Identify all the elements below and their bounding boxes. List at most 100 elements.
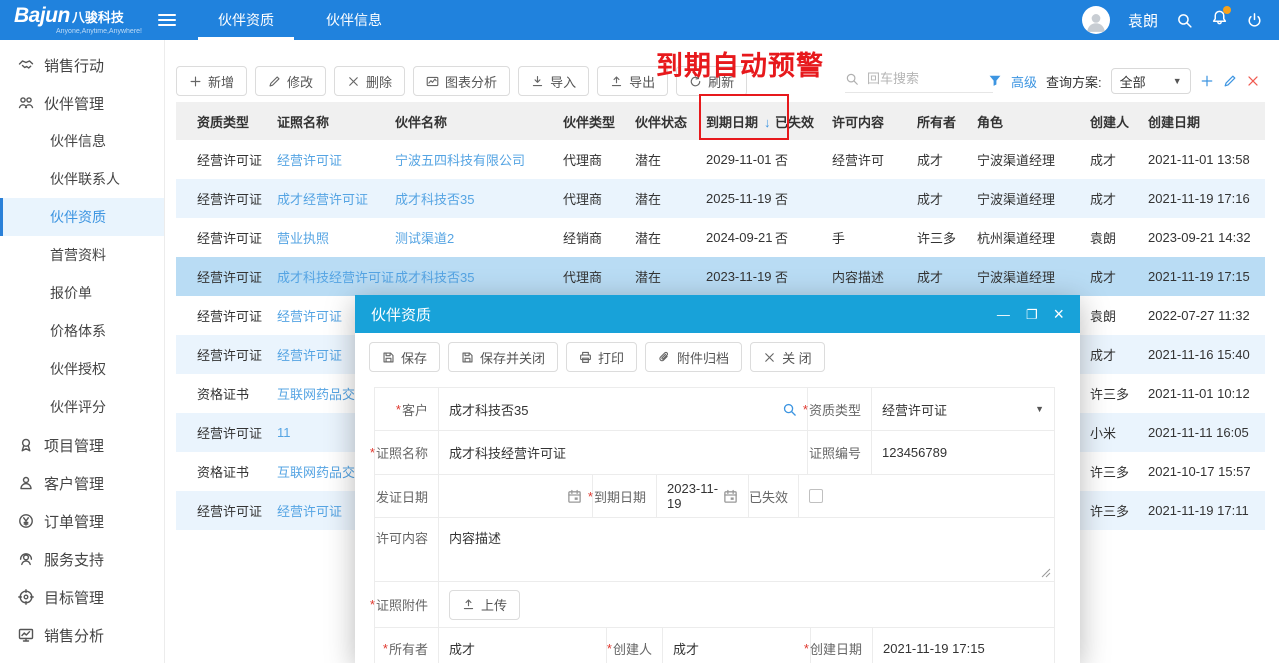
avatar[interactable] [1082, 6, 1110, 34]
owner-field[interactable]: 成才 [438, 628, 606, 663]
table-cell: 经营许可 [832, 150, 917, 169]
column-header[interactable]: 资质类型 [197, 112, 277, 131]
certificate-name-field[interactable]: 成才科技经营许可证 [438, 431, 807, 474]
column-header[interactable]: 所有者 [917, 112, 977, 131]
sidebar-item-label: 订单管理 [44, 511, 104, 532]
creator-field[interactable]: 成才 [662, 628, 810, 663]
edit-scheme-icon[interactable] [1223, 74, 1237, 88]
sidebar-item[interactable]: 服务支持 [0, 540, 164, 578]
table-cell: 2021-11-11 16:05 [1148, 425, 1265, 440]
sidebar-item[interactable]: 首营资料 [0, 236, 164, 274]
calendar-icon[interactable] [723, 489, 738, 504]
record-link[interactable]: 成才科技经营许可证 [277, 267, 395, 286]
toolbar-button-label: 导入 [550, 72, 576, 91]
column-header[interactable]: 角色 [977, 112, 1090, 131]
record-link[interactable]: 测试渠道2 [395, 228, 563, 247]
sidebar-item[interactable]: 伙伴管理 [0, 84, 164, 122]
toolbar-button[interactable]: 新增 [176, 66, 247, 96]
record-link[interactable]: 成才经营许可证 [277, 189, 395, 208]
toolbar-button[interactable]: 图表分析 [413, 66, 510, 96]
issue-date-field[interactable] [438, 475, 592, 517]
column-header[interactable]: 伙伴状态 [635, 112, 706, 131]
nav-tab[interactable]: 伙伴信息 [300, 0, 408, 40]
minimize-icon[interactable]: — [997, 308, 1010, 321]
modal-toolbar-button[interactable]: 关 闭 [750, 342, 825, 372]
invalid-checkbox[interactable] [809, 489, 823, 503]
expire-date-field[interactable]: 2023-11-19 [656, 475, 748, 517]
column-header[interactable]: 创建人 [1090, 112, 1148, 131]
column-header[interactable]: 伙伴类型 [563, 112, 635, 131]
delete-scheme-icon[interactable] [1246, 74, 1260, 88]
table-row[interactable]: 经营许可证成才科技经营许可证成才科技否35代理商潜在2023-11-19否内容描… [176, 257, 1265, 296]
close-icon[interactable]: × [1053, 305, 1064, 323]
sidebar-item[interactable]: 伙伴授权 [0, 350, 164, 388]
table-cell: 潜在 [635, 189, 706, 208]
plus-icon [189, 75, 202, 88]
resize-handle-icon[interactable] [1041, 568, 1051, 578]
modal-header[interactable]: 伙伴资质 — ❐ × [355, 295, 1080, 333]
column-header[interactable]: 已失效 [775, 112, 832, 131]
search-input[interactable] [865, 70, 983, 87]
sidebar-item[interactable]: 伙伴信息 [0, 122, 164, 160]
sidebar-item[interactable]: 伙伴联系人 [0, 160, 164, 198]
query-scheme-select[interactable]: 全部 ▼ [1111, 68, 1191, 94]
sidebar-item[interactable]: 销售行动 [0, 46, 164, 84]
column-header[interactable]: 创建日期 [1148, 112, 1265, 131]
record-link[interactable]: 营业执照 [277, 228, 395, 247]
notification-bell-icon[interactable] [1211, 9, 1228, 31]
column-header[interactable]: 许可内容 [832, 112, 917, 131]
sidebar-item[interactable]: 报价单 [0, 274, 164, 312]
modal-toolbar-button[interactable]: 附件归档 [645, 342, 742, 372]
filter-icon[interactable] [988, 74, 1002, 88]
target-management-icon [18, 589, 34, 605]
sidebar-item[interactable]: 伙伴资质 [0, 198, 164, 236]
sidebar-item[interactable]: 订单管理 [0, 502, 164, 540]
sidebar-item[interactable]: 销售分析 [0, 616, 164, 654]
partner-qualification-modal: 伙伴资质 — ❐ × 保存保存并关闭打印附件归档关 闭 客户 成才科技否35 资… [355, 295, 1080, 663]
table-cell: 内容描述 [832, 267, 917, 286]
advanced-search-link[interactable]: 高级 [1011, 72, 1037, 91]
table-row[interactable]: 经营许可证营业执照测试渠道2经销商潜在2024-09-21否手许三多杭州渠道经理… [176, 218, 1265, 257]
record-link[interactable]: 宁波五四科技有限公司 [395, 150, 563, 169]
sidebar-item[interactable]: 项目管理 [0, 426, 164, 464]
table-header-row: 资质类型证照名称伙伴名称伙伴类型伙伴状态到期日期↓已失效许可内容所有者角色创建人… [176, 102, 1265, 140]
table-row[interactable]: 经营许可证成才经营许可证成才科技否35代理商潜在2025-11-19否成才宁波渠… [176, 179, 1265, 218]
toolbar-button[interactable]: 导入 [518, 66, 589, 96]
license-content-textarea[interactable]: 内容描述 [438, 518, 1054, 581]
customer-field[interactable]: 成才科技否35 [438, 388, 807, 430]
sidebar-item[interactable]: 价格体系 [0, 312, 164, 350]
customer-lookup-icon[interactable] [782, 402, 797, 417]
calendar-icon[interactable] [567, 489, 582, 504]
sort-desc-icon[interactable]: ↓ [764, 115, 771, 130]
partner-management-icon [18, 95, 34, 111]
menu-toggle-icon[interactable] [158, 14, 176, 26]
record-link[interactable]: 成才科技否35 [395, 267, 563, 286]
toolbar-button-label: 修改 [287, 72, 313, 91]
table-cell: 2024-09-21 [706, 230, 775, 245]
maximize-icon[interactable]: ❐ [1026, 308, 1038, 321]
close-icon [763, 351, 776, 364]
add-scheme-icon[interactable] [1200, 74, 1214, 88]
sidebar-item[interactable]: 伙伴评分 [0, 388, 164, 426]
upload-icon [462, 598, 475, 611]
modal-toolbar-button[interactable]: 保存并关闭 [448, 342, 558, 372]
certificate-no-field[interactable]: 123456789 [871, 431, 1054, 474]
column-header[interactable]: 到期日期↓ [706, 112, 775, 131]
attachment-icon [658, 351, 671, 364]
qualification-type-select[interactable]: 经营许可证 ▼ [871, 388, 1054, 430]
record-link[interactable]: 经营许可证 [277, 150, 395, 169]
power-icon[interactable] [1246, 12, 1263, 29]
record-link[interactable]: 成才科技否35 [395, 189, 563, 208]
table-row[interactable]: 经营许可证经营许可证宁波五四科技有限公司代理商潜在2029-11-01否经营许可… [176, 140, 1265, 179]
toolbar-button[interactable]: 修改 [255, 66, 326, 96]
upload-button[interactable]: 上传 [449, 590, 520, 620]
search-icon[interactable] [1176, 12, 1193, 29]
sidebar-item[interactable]: 目标管理 [0, 578, 164, 616]
nav-tab[interactable]: 伙伴资质 [192, 0, 300, 40]
modal-toolbar-button[interactable]: 保存 [369, 342, 440, 372]
column-header[interactable]: 伙伴名称 [395, 112, 563, 131]
toolbar-button[interactable]: 删除 [334, 66, 405, 96]
column-header[interactable]: 证照名称 [277, 112, 395, 131]
sidebar-item[interactable]: 客户管理 [0, 464, 164, 502]
modal-toolbar-button[interactable]: 打印 [566, 342, 637, 372]
